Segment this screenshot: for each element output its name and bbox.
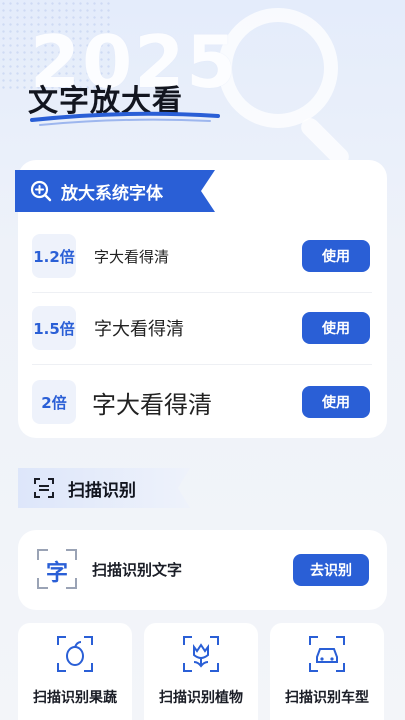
scan-section-title: 扫描识别 xyxy=(68,480,136,501)
row-divider xyxy=(32,364,372,365)
tile-label: 扫描识别果蔬 xyxy=(33,690,117,706)
plant-scan-tile[interactable]: 扫描识别植物 xyxy=(144,623,258,720)
text-scan-icon: 字 xyxy=(36,548,78,590)
sample-text: 字大看得清 xyxy=(94,319,184,340)
scan-icon xyxy=(34,478,54,498)
text-scan-icon-char: 字 xyxy=(45,561,68,586)
tile-label: 扫描识别车型 xyxy=(285,690,369,706)
scale-badge: 1.2倍 xyxy=(32,234,76,278)
font-size-row-2x: 2倍 字大看得清 使用 xyxy=(32,378,372,426)
text-scan-label: 扫描识别文字 xyxy=(92,561,183,579)
fruit-scan-icon xyxy=(57,636,93,672)
go-recognize-button[interactable]: 去识别 xyxy=(293,554,369,586)
enlarge-section-title: 放大系统字体 xyxy=(61,183,163,204)
font-size-row-1-2x: 1.2倍 字大看得清 使用 xyxy=(32,232,372,280)
use-button-2x[interactable]: 使用 xyxy=(302,386,370,418)
zoom-in-icon xyxy=(30,180,52,202)
car-scan-tile[interactable]: 扫描识别车型 xyxy=(270,623,384,720)
scale-badge: 2倍 xyxy=(32,380,76,424)
font-size-row-1-5x: 1.5倍 字大看得清 使用 xyxy=(32,304,372,352)
fruit-scan-tile[interactable]: 扫描识别果蔬 xyxy=(18,623,132,720)
sample-text: 字大看得清 xyxy=(94,247,170,266)
title-underline-decoration xyxy=(30,111,220,126)
scan-section-header: 扫描识别 xyxy=(18,468,190,508)
scale-badge: 1.5倍 xyxy=(32,306,76,350)
plant-scan-icon xyxy=(183,636,219,672)
car-scan-icon xyxy=(309,636,345,672)
sample-text: 字大看得清 xyxy=(92,390,212,419)
row-divider xyxy=(32,292,372,293)
use-button-1-5x[interactable]: 使用 xyxy=(302,312,370,344)
use-button-1-2x[interactable]: 使用 xyxy=(302,240,370,272)
tile-label: 扫描识别植物 xyxy=(159,690,243,706)
enlarge-section-header: 放大系统字体 xyxy=(15,170,215,212)
